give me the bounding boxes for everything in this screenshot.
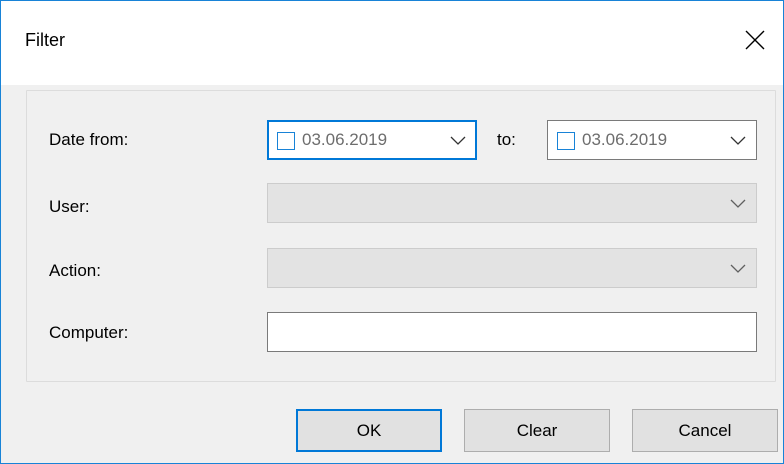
ok-button[interactable]: OK (296, 409, 442, 452)
window-title: Filter (25, 30, 65, 50)
chevron-down-icon[interactable] (730, 136, 746, 146)
chevron-down-icon[interactable] (450, 136, 466, 146)
title-bar: Filter (1, 1, 783, 85)
user-combobox[interactable] (267, 183, 757, 223)
date-to-value: 03.06.2019 (582, 130, 668, 149)
user-label: User: (49, 197, 90, 216)
date-from-checkbox[interactable] (277, 132, 295, 150)
action-combobox[interactable] (267, 248, 757, 288)
computer-label: Computer: (49, 323, 129, 342)
date-from-picker[interactable]: 03.06.2019 (267, 120, 477, 160)
chevron-down-icon[interactable] (730, 264, 746, 274)
close-icon (745, 30, 765, 50)
cancel-button[interactable]: Cancel (632, 409, 778, 452)
close-button[interactable] (727, 15, 783, 65)
chevron-down-icon[interactable] (730, 199, 746, 209)
action-label: Action: (49, 261, 101, 280)
filter-dialog: Filter Date from: 03.06.2019 to: 03.06.2… (0, 0, 784, 464)
date-from-label: Date from: (49, 130, 129, 149)
computer-input[interactable] (267, 312, 757, 352)
date-from-value: 03.06.2019 (302, 130, 388, 149)
date-to-checkbox[interactable] (557, 132, 575, 150)
clear-button[interactable]: Clear (464, 409, 610, 452)
date-to-label: to: (497, 130, 516, 149)
date-to-picker[interactable]: 03.06.2019 (547, 120, 757, 160)
